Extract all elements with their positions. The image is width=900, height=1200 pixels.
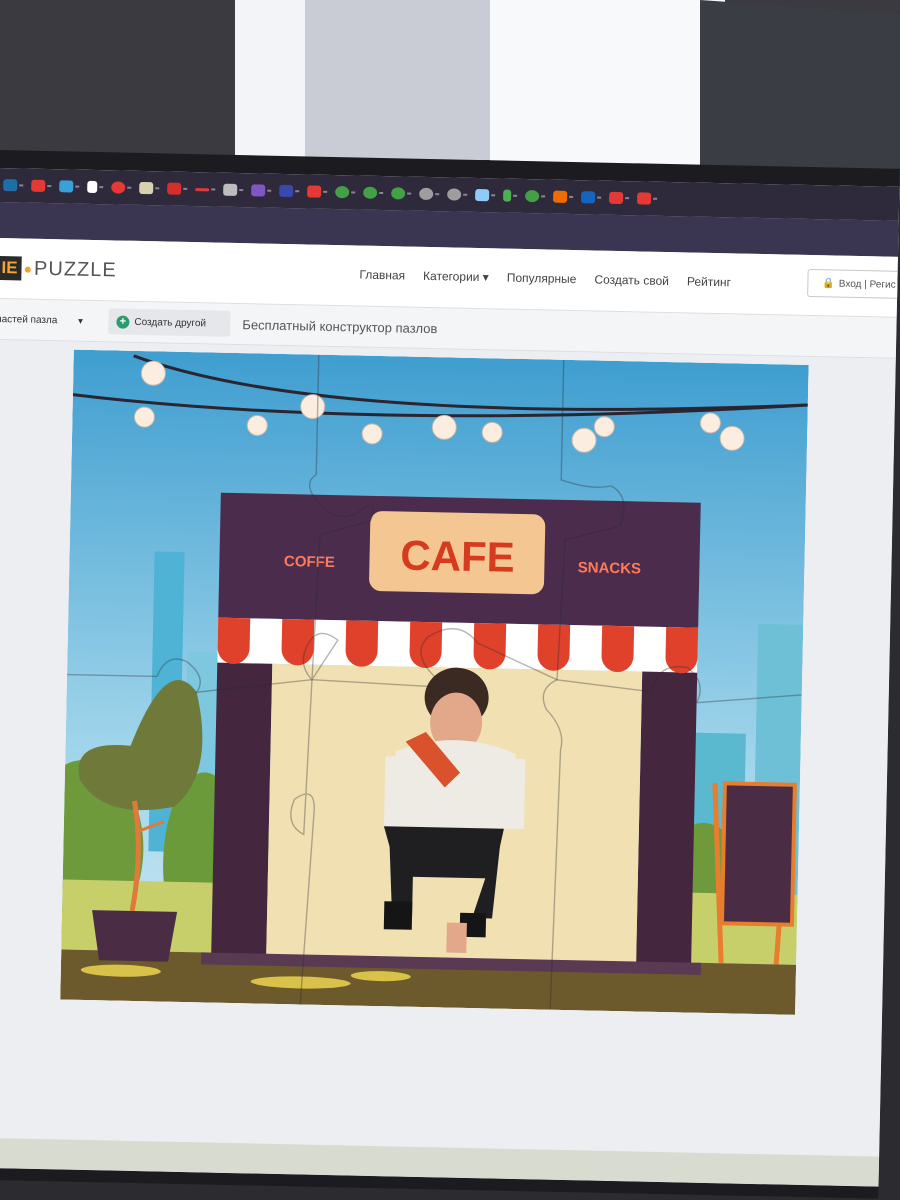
- bookmark[interactable]: [637, 192, 658, 205]
- kiosk-pillar-left: [211, 652, 273, 964]
- create-another-button[interactable]: + Создать другой: [108, 308, 231, 337]
- nav-item-home[interactable]: Главная: [359, 268, 405, 283]
- youtube-icon: [609, 191, 624, 205]
- window-pane: [235, 0, 305, 160]
- kiosk-pillar-right: [635, 661, 698, 973]
- bookmark[interactable]: [307, 185, 328, 198]
- bookmark-icon: [223, 183, 238, 196]
- bookmark[interactable]: [447, 188, 468, 201]
- bookmark-icon: [447, 188, 462, 201]
- bookmark[interactable]: [251, 184, 272, 197]
- plus-icon: +: [116, 314, 130, 329]
- bookmark[interactable]: [31, 179, 52, 192]
- nav-item-rating[interactable]: Рейтинг: [687, 274, 731, 289]
- bookmark[interactable]: [167, 182, 188, 195]
- bookmark-icon: [581, 191, 596, 204]
- youtube-icon: [307, 185, 322, 198]
- main-nav: Главная Категории ▾ Популярные Создать с…: [359, 268, 731, 290]
- bookmark[interactable]: [111, 181, 132, 194]
- bookmark-icon: [111, 181, 126, 194]
- monitor: IE ● PUZZLE Главная Категории ▾ Популярн…: [0, 150, 900, 1199]
- bookmark[interactable]: [419, 187, 440, 201]
- wall: [700, 0, 900, 189]
- logo-mark: IE: [0, 255, 22, 281]
- bookmark[interactable]: [503, 189, 518, 202]
- bookmark[interactable]: [87, 180, 104, 194]
- bookmark-icon: [503, 189, 512, 202]
- window-pane: [490, 0, 725, 165]
- bookmark[interactable]: [59, 180, 80, 193]
- lock-icon: 🔒: [822, 277, 835, 290]
- create-another-label: Создать другой: [134, 316, 207, 329]
- pieces-select[interactable]: частей пазла ▼: [0, 307, 93, 333]
- site-logo[interactable]: IE ● PUZZLE: [0, 255, 117, 282]
- bookmark-icon: [195, 187, 210, 191]
- nav-item-popular[interactable]: Популярные: [507, 271, 577, 286]
- bookmark-icon: [3, 179, 18, 192]
- bookmark[interactable]: [581, 191, 602, 204]
- youtube-icon: [31, 179, 46, 192]
- content-area: CAFE COFFE SNACKS: [0, 339, 896, 1159]
- pieces-select-label: частей пазла: [0, 313, 58, 326]
- bookmark-icon: [59, 180, 74, 193]
- bookmark-icon: [475, 188, 490, 202]
- bookmark-icon: [279, 184, 294, 198]
- bookmark[interactable]: [223, 183, 244, 196]
- browser-screen: IE ● PUZZLE Главная Категории ▾ Популярн…: [0, 167, 900, 1187]
- bookmark-icon: [251, 184, 266, 197]
- login-label: Вход | Регис: [838, 278, 896, 291]
- bookmark-icon: [139, 181, 154, 195]
- puzzle-board[interactable]: CAFE COFFE SNACKS: [60, 349, 809, 1015]
- bookmark-icon: [363, 186, 378, 199]
- play-icon: [391, 187, 406, 200]
- chevron-down-icon: ▼: [76, 316, 85, 326]
- snacks-sign: SNACKS: [578, 559, 642, 577]
- youtube-icon: [637, 192, 652, 205]
- cafe-sign: CAFE: [400, 531, 515, 580]
- login-button[interactable]: 🔒 Вход | Регис: [807, 268, 900, 300]
- bookmark-icon: [335, 186, 350, 199]
- bookmark[interactable]: [363, 186, 384, 199]
- window-frame: [305, 0, 490, 160]
- bookmark[interactable]: [279, 184, 300, 198]
- bookmark-icon: [167, 182, 182, 195]
- bookmark[interactable]: [525, 190, 546, 203]
- coffee-sign: COFFE: [284, 553, 335, 571]
- puzzle-image: CAFE COFFE SNACKS: [60, 349, 809, 1015]
- bookmark[interactable]: [195, 187, 216, 191]
- logo-dot-icon: ●: [23, 260, 33, 277]
- bookmark[interactable]: [475, 188, 496, 202]
- nav-item-categories[interactable]: Категории ▾: [423, 269, 489, 284]
- bookmark[interactable]: [391, 187, 412, 200]
- logo-text: PUZZLE: [33, 257, 117, 281]
- bookmark[interactable]: [553, 190, 574, 203]
- nav-item-create[interactable]: Создать свой: [594, 272, 669, 288]
- bookmark-icon: [553, 190, 568, 203]
- play-icon: [525, 190, 540, 203]
- bookmark[interactable]: [609, 191, 630, 205]
- page-tagline: Бесплатный конструктор пазлов: [242, 317, 438, 337]
- bookmark[interactable]: [3, 179, 24, 192]
- bookmark[interactable]: [139, 181, 160, 195]
- bookmark-icon: [419, 187, 434, 201]
- bookmark[interactable]: [335, 186, 356, 199]
- sparkle-icon: [87, 180, 98, 194]
